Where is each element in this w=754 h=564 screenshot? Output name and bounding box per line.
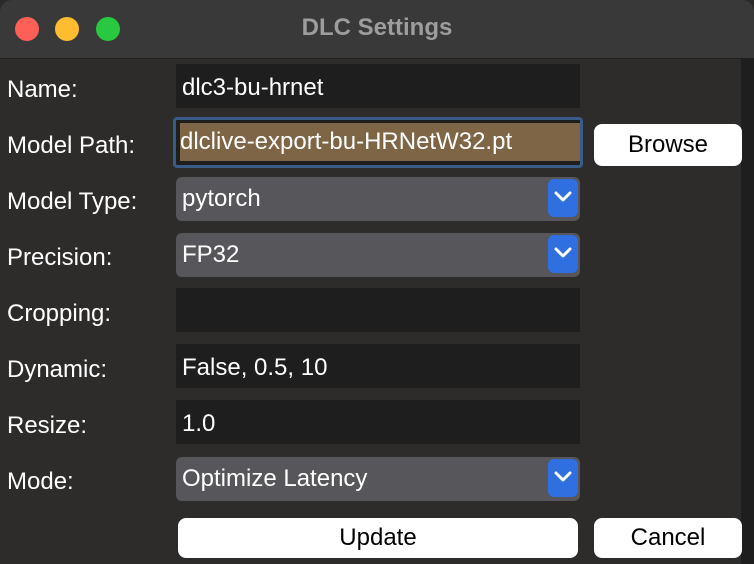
mode-value: Optimize Latency [182, 465, 368, 492]
chevron-down-icon[interactable] [548, 235, 578, 273]
model-type-select[interactable]: pytorch [176, 177, 580, 221]
mode-select[interactable]: Optimize Latency [176, 457, 580, 501]
model-type-value: pytorch [182, 185, 261, 212]
chevron-down-icon[interactable] [548, 459, 578, 497]
browse-button[interactable]: Browse [594, 124, 742, 166]
name-label: Name: [7, 76, 78, 103]
dynamic-label: Dynamic: [7, 356, 108, 383]
model-path-label: Model Path: [7, 132, 136, 159]
mode-label: Mode: [7, 468, 74, 495]
model-path-field[interactable]: dlclive-export-bu-HRNetW32.pt [173, 117, 583, 168]
cropping-field[interactable] [176, 288, 580, 332]
cropping-label: Cropping: [7, 300, 112, 327]
name-field[interactable]: dlc3-bu-hrnet [176, 64, 580, 108]
precision-select[interactable]: FP32 [176, 233, 580, 277]
resize-field[interactable]: 1.0 [176, 400, 580, 444]
title-bar[interactable]: DLC Settings [0, 0, 754, 59]
update-button[interactable]: Update [178, 518, 578, 558]
cancel-button[interactable]: Cancel [594, 518, 742, 558]
precision-value: FP32 [182, 241, 240, 268]
resize-label: Resize: [7, 412, 88, 439]
precision-label: Precision: [7, 244, 113, 271]
dynamic-field[interactable]: False, 0.5, 10 [176, 344, 580, 388]
model-type-label: Model Type: [7, 188, 138, 215]
window-edge [741, 58, 754, 564]
window-title: DLC Settings [301, 14, 453, 41]
dlc-settings-window: DLC Settings Name: dlc3-bu-hrnet Model P… [0, 0, 754, 564]
chevron-down-icon[interactable] [548, 179, 578, 217]
model-path-selected-text: dlclive-export-bu-HRNetW32.pt [180, 123, 580, 161]
